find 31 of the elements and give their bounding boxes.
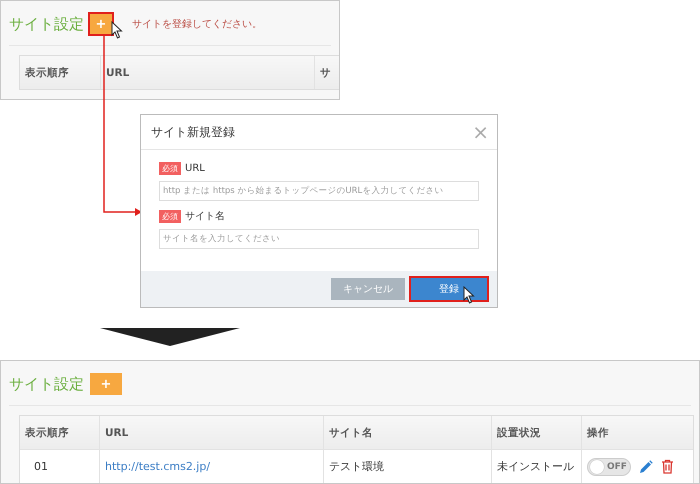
field-label: サイト名 xyxy=(185,210,225,223)
table-cell: テスト環境 xyxy=(323,450,491,483)
page-title: サイト設定 xyxy=(9,374,84,394)
input-field[interactable]: サイト名を入力してください xyxy=(159,229,479,249)
page-title: サイト設定 xyxy=(9,14,84,34)
hint-message: サイトを登録してください。 xyxy=(132,18,262,31)
column-header: サ xyxy=(314,56,339,89)
delete-icon[interactable] xyxy=(661,459,674,474)
table-cell-text: 01 xyxy=(33,459,49,475)
required-badge: 必須 xyxy=(159,162,181,175)
column-header: 表示順序 xyxy=(24,66,70,80)
column-header: URL xyxy=(100,56,314,89)
column-header: 操作 xyxy=(581,416,693,449)
close-button[interactable]: × xyxy=(472,122,489,142)
table-cell: 未インストール xyxy=(491,450,581,483)
column-header: 表示順序 xyxy=(24,426,70,440)
toggle-switch[interactable]: OFF xyxy=(587,458,631,476)
cursor-icon xyxy=(463,286,475,304)
field-label: URL xyxy=(185,163,205,174)
edit-icon[interactable] xyxy=(639,460,653,474)
url-link[interactable]: http://test.cms2.jp/ xyxy=(105,460,210,473)
add-button[interactable]: + xyxy=(90,14,112,34)
cursor-icon xyxy=(111,21,123,39)
input-field[interactable]: http または https から始まるトップページのURLを入力してください xyxy=(159,181,479,201)
cancel-button[interactable]: キャンセル xyxy=(331,278,405,300)
column-header: サイト名 xyxy=(323,416,491,449)
dialog-title: サイト新規登録 xyxy=(151,124,235,140)
column-header: URL xyxy=(99,416,323,449)
column-header: 設置状況 xyxy=(491,416,581,449)
add-button[interactable]: + xyxy=(90,373,122,395)
required-badge: 必須 xyxy=(159,210,181,222)
